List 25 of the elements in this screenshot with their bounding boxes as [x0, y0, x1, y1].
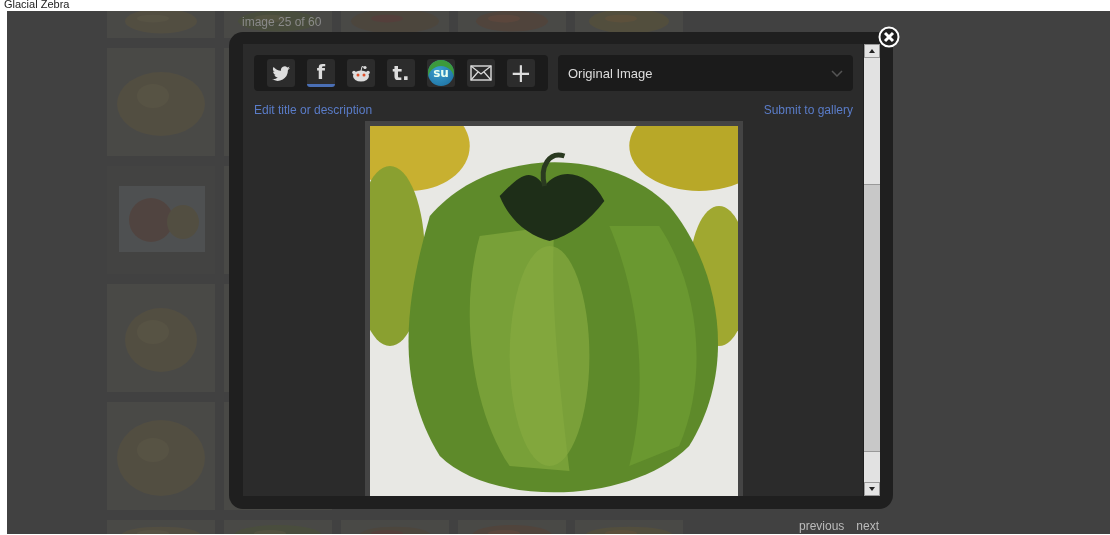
- down-arrow-icon: [869, 487, 875, 491]
- scrollbar-thumb[interactable]: [864, 58, 880, 185]
- alien-icon: [351, 64, 371, 82]
- size-value: Original Image: [568, 65, 653, 81]
- page-title: Glacial Zebra: [3, 0, 71, 10]
- bird-icon: [272, 65, 290, 81]
- alien-button[interactable]: [347, 59, 375, 87]
- scrollbar[interactable]: [863, 44, 880, 496]
- stumbleupon-button[interactable]: su: [427, 59, 455, 87]
- previous-link[interactable]: previous: [799, 519, 845, 533]
- size-dropdown[interactable]: Original Image: [558, 55, 853, 91]
- close-icon[interactable]: [878, 26, 900, 48]
- edit-link[interactable]: Edit title or description: [254, 103, 373, 117]
- chevron-down-icon: [831, 69, 843, 77]
- submit-link[interactable]: Submit to gallery: [763, 103, 853, 117]
- facebook-button[interactable]: f: [307, 59, 335, 87]
- email-button[interactable]: [467, 59, 495, 87]
- envelope-icon: [470, 65, 492, 81]
- more-button[interactable]: +: [507, 59, 535, 87]
- scrollbar-segment[interactable]: [864, 451, 880, 482]
- up-arrow-icon: [869, 49, 875, 53]
- next-link[interactable]: next: [856, 519, 880, 533]
- tumblr-button[interactable]: t.: [387, 59, 415, 87]
- bird-button[interactable]: [267, 59, 295, 87]
- image-counter: image 25 of 60: [242, 15, 322, 29]
